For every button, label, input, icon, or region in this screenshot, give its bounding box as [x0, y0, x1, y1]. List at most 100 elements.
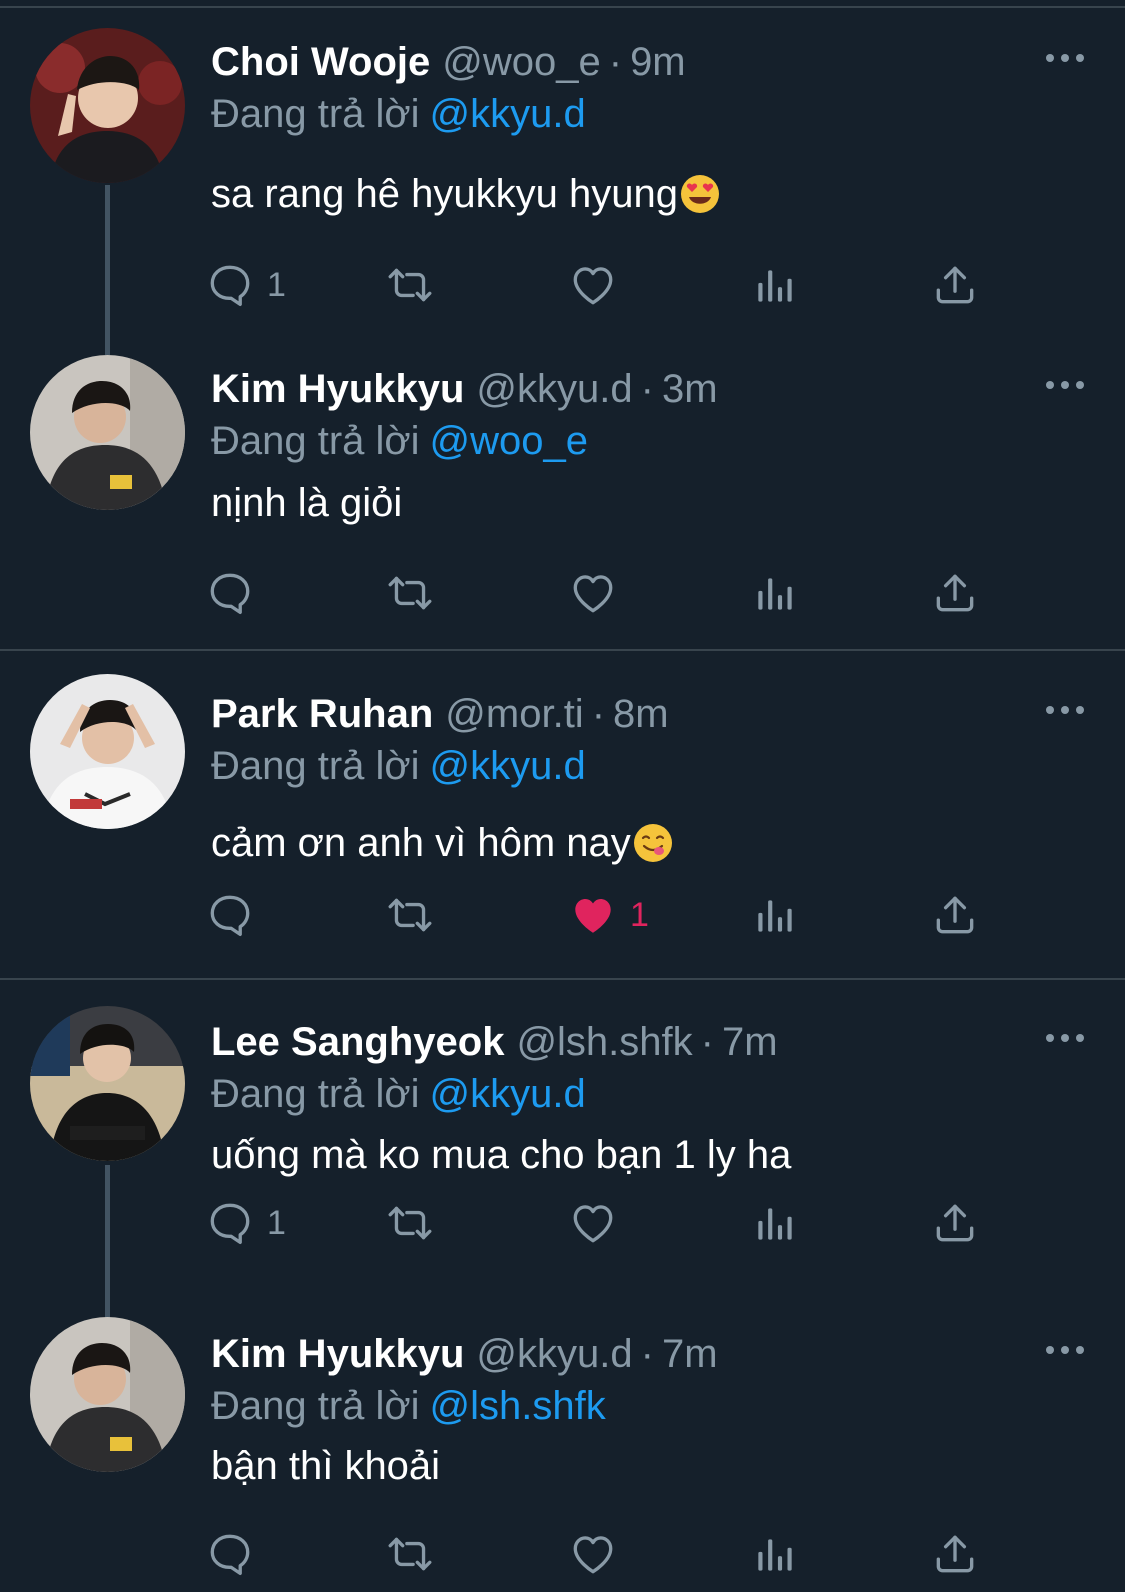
tweet-text: nịnh là giỏi [211, 475, 402, 531]
retweet-button[interactable] [385, 255, 435, 315]
share-button[interactable] [930, 255, 980, 315]
mention-link[interactable]: @kkyu.d [430, 1072, 586, 1116]
avatar[interactable] [30, 1317, 185, 1472]
replying-to: Đang trả lời @woo_e [211, 413, 588, 469]
more-icon[interactable] [1040, 365, 1090, 405]
mention-link[interactable]: @woo_e [430, 419, 588, 463]
analytics-icon [750, 1529, 800, 1579]
share-button[interactable] [930, 1193, 980, 1253]
display-name[interactable]: Kim Hyukkyu [211, 367, 464, 411]
like-button[interactable] [568, 1524, 630, 1584]
username-handle[interactable]: @kkyu.d [476, 1332, 632, 1376]
tweet-kim-hyukkyu-reply-lsh[interactable]: Kim Hyukkyu @kkyu.d · 7m Đang trả lời @lsh.s… [0, 1292, 1125, 1592]
mention-link[interactable]: @kkyu.d [430, 92, 586, 136]
timestamp[interactable]: 7m [662, 1332, 718, 1376]
tweet-divider [0, 649, 1125, 651]
tweet-park-ruhan[interactable]: Park Ruhan @mor.ti · 8m Đang trả lời @kkyu.d… [0, 652, 1125, 977]
more-icon[interactable] [1040, 1330, 1090, 1370]
analytics-button[interactable] [750, 1524, 800, 1584]
analytics-button[interactable] [750, 563, 800, 623]
tweet-body: cảm ơn anh vì hôm nay [211, 821, 631, 865]
tweet-lee-sanghyeok[interactable]: Lee Sanghyeok @lsh.shfk · 7m Đang trả lời @k… [0, 980, 1125, 1323]
retweet-button[interactable] [385, 1193, 435, 1253]
tweet-header: Lee Sanghyeok @lsh.shfk · 7m [211, 1014, 778, 1070]
tweet-text: bận thì khoải [211, 1438, 440, 1494]
tweet-text: sa rang hê hyukkyu hyung [211, 166, 720, 222]
tweet-body: sa rang hê hyukkyu hyung [211, 172, 678, 216]
replying-to-label: Đang trả lời [211, 419, 420, 463]
reply-button[interactable] [205, 1524, 267, 1584]
tweet-header: Kim Hyukkyu @kkyu.d · 7m [211, 1326, 718, 1382]
more-icon[interactable] [1040, 38, 1090, 78]
analytics-button[interactable] [750, 1193, 800, 1253]
avatar[interactable] [30, 674, 185, 829]
like-icon [568, 260, 618, 310]
retweet-icon [385, 1198, 435, 1248]
analytics-button[interactable] [750, 885, 800, 945]
display-name[interactable]: Kim Hyukkyu [211, 1332, 464, 1376]
replying-to: Đang trả lời @kkyu.d [211, 738, 586, 794]
like-button[interactable] [568, 563, 630, 623]
retweet-icon [385, 568, 435, 618]
separator-dot: · [608, 40, 623, 84]
share-button[interactable] [930, 563, 980, 623]
reply-button[interactable]: 1 [205, 1193, 286, 1253]
avatar[interactable] [30, 355, 185, 510]
tweet-body: nịnh là giỏi [211, 481, 403, 525]
like-button[interactable]: 1 [568, 885, 649, 945]
like-icon [568, 890, 618, 940]
username-handle[interactable]: @kkyu.d [476, 367, 632, 411]
timestamp[interactable]: 8m [613, 692, 669, 736]
retweet-button[interactable] [385, 563, 435, 623]
display-name[interactable]: Park Ruhan [211, 692, 433, 736]
reply-count: 1 [267, 1203, 286, 1242]
like-button[interactable] [568, 255, 630, 315]
reply-button[interactable] [205, 563, 267, 623]
timestamp[interactable]: 3m [662, 367, 718, 411]
timestamp[interactable]: 9m [630, 40, 686, 84]
retweet-icon [385, 890, 435, 940]
more-icon[interactable] [1040, 1018, 1090, 1058]
yum-emoji [633, 822, 673, 862]
tweet-header: Park Ruhan @mor.ti · 8m [211, 686, 669, 742]
tweet-kim-hyukkyu-reply-woo-e[interactable]: Kim Hyukkyu @kkyu.d · 3m Đang trả lời @woo_e… [0, 327, 1125, 652]
analytics-button[interactable] [750, 255, 800, 315]
heart-eyes-emoji [680, 173, 720, 213]
reply-button[interactable] [205, 885, 267, 945]
display-name[interactable]: Choi Wooje [211, 40, 430, 84]
reply-icon [205, 260, 255, 310]
retweet-button[interactable] [385, 1524, 435, 1584]
action-bar: 1 [205, 1193, 1025, 1253]
username-handle[interactable]: @woo_e [442, 40, 600, 84]
reply-icon [205, 568, 255, 618]
retweet-icon [385, 260, 435, 310]
tweet-header: Choi Wooje @woo_e · 9m [211, 34, 686, 90]
reply-button[interactable]: 1 [205, 255, 286, 315]
replying-to: Đang trả lời @lsh.shfk [211, 1378, 606, 1434]
tweet-text: uống mà ko mua cho bạn 1 ly ha [211, 1127, 791, 1183]
like-icon [568, 1198, 618, 1248]
avatar[interactable] [30, 28, 185, 183]
reply-icon [205, 1529, 255, 1579]
action-bar: 1 [205, 885, 1025, 945]
replying-to-label: Đang trả lời [211, 1072, 420, 1116]
more-icon[interactable] [1040, 690, 1090, 730]
share-button[interactable] [930, 885, 980, 945]
retweet-button[interactable] [385, 885, 435, 945]
analytics-icon [750, 568, 800, 618]
separator-dot: · [591, 692, 606, 736]
avatar[interactable] [30, 1006, 185, 1161]
username-handle[interactable]: @mor.ti [445, 692, 583, 736]
tweet-choi-wooje[interactable]: Choi Wooje @woo_e · 9m Đang trả lời @kkyu.d … [0, 0, 1125, 355]
mention-link[interactable]: @lsh.shfk [430, 1384, 606, 1428]
like-button[interactable] [568, 1193, 630, 1253]
username-handle[interactable]: @lsh.shfk [516, 1020, 692, 1064]
like-icon [568, 1529, 618, 1579]
share-icon [930, 1198, 980, 1248]
timestamp[interactable]: 7m [722, 1020, 778, 1064]
share-icon [930, 568, 980, 618]
share-button[interactable] [930, 1524, 980, 1584]
mention-link[interactable]: @kkyu.d [430, 744, 586, 788]
display-name[interactable]: Lee Sanghyeok [211, 1020, 504, 1064]
action-bar [205, 1524, 1025, 1584]
